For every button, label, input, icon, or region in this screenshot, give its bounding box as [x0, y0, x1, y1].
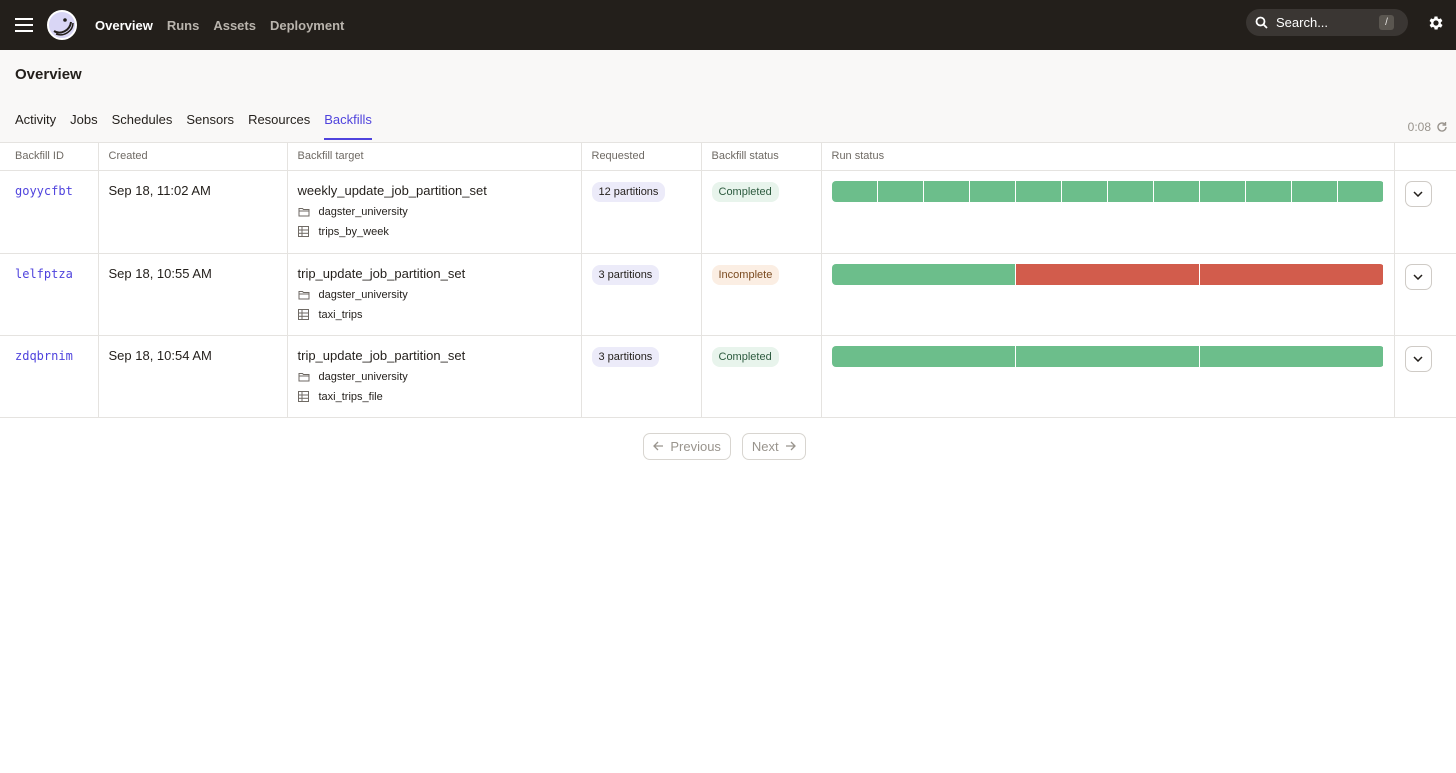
search-shortcut: / — [1379, 15, 1394, 30]
table-icon — [298, 391, 310, 403]
asset-link[interactable]: trips_by_week — [319, 226, 389, 238]
refresh-icon[interactable] — [1436, 121, 1448, 133]
run-segment-failure[interactable] — [1200, 263, 1384, 285]
code-location-link[interactable]: dagster_university — [319, 206, 408, 218]
header-created: Created — [98, 143, 288, 171]
folder-icon — [298, 289, 310, 301]
tab-bar: Activity Jobs Schedules Sensors Resource… — [15, 112, 372, 140]
chevron-down-icon — [1413, 190, 1423, 197]
run-status-bar[interactable] — [831, 263, 1384, 285]
status-badge: Completed — [711, 346, 779, 367]
backfill-target-link[interactable]: trip_update_job_partition_set — [298, 266, 466, 281]
search-icon — [1255, 16, 1268, 29]
table-header-row: Backfill ID Created Backfill target Requ… — [0, 143, 1456, 171]
page-header: Overview Activity Jobs Schedules Sensors… — [0, 50, 1456, 143]
search-input[interactable]: Search... / — [1246, 9, 1408, 36]
previous-button[interactable]: Previous — [643, 432, 731, 460]
created-time: Sep 18, 10:55 AM — [108, 265, 212, 281]
status-badge: Incomplete — [711, 264, 780, 285]
run-segment-success[interactable] — [1107, 180, 1155, 202]
run-segment-success[interactable] — [831, 345, 1016, 367]
nav-deployment[interactable]: Deployment — [270, 18, 344, 33]
status-badge: Completed — [711, 181, 779, 202]
nav-runs[interactable]: Runs — [167, 18, 200, 33]
created-time: Sep 18, 10:54 AM — [108, 347, 212, 363]
nav-assets[interactable]: Assets — [213, 18, 256, 33]
table-icon — [298, 309, 310, 321]
chevron-down-icon — [1413, 273, 1423, 280]
next-button[interactable]: Next — [741, 432, 806, 460]
backfill-target-link[interactable]: weekly_update_job_partition_set — [298, 183, 487, 198]
arrow-right-icon — [785, 441, 796, 451]
arrow-left-icon — [653, 441, 664, 451]
run-segment-success[interactable] — [1154, 180, 1201, 202]
run-segment-success[interactable] — [831, 180, 878, 202]
header-backfill-status: Backfill status — [701, 143, 822, 171]
menu-icon[interactable] — [0, 0, 48, 50]
asset-link[interactable]: taxi_trips_file — [319, 391, 383, 403]
run-segment-success[interactable] — [1015, 345, 1201, 367]
backfill-id-link[interactable]: lelfptza — [15, 267, 73, 281]
run-segment-success[interactable] — [1061, 180, 1108, 202]
next-label: Next — [751, 438, 779, 454]
table-row: lelfptza Sep 18, 10:55 AM trip_update_jo… — [0, 253, 1456, 336]
created-time: Sep 18, 11:02 AM — [108, 182, 211, 198]
search-placeholder: Search... — [1276, 15, 1329, 30]
partitions-badge[interactable]: 3 partitions — [591, 346, 660, 367]
run-segment-success[interactable] — [1338, 180, 1384, 202]
table-row: goyycfbt Sep 18, 11:02 AM weekly_update_… — [0, 170, 1456, 254]
nav-overview[interactable]: Overview — [95, 18, 153, 33]
table-icon — [298, 226, 310, 238]
partitions-badge[interactable]: 3 partitions — [591, 264, 660, 285]
folder-icon — [298, 206, 310, 218]
run-segment-success[interactable] — [1292, 180, 1339, 202]
tab-jobs[interactable]: Jobs — [70, 112, 97, 140]
table-row: zdqbrnim Sep 18, 10:54 AM trip_update_jo… — [0, 335, 1456, 418]
tab-schedules[interactable]: Schedules — [112, 112, 173, 140]
partitions-badge[interactable]: 12 partitions — [591, 181, 666, 202]
row-actions-button[interactable] — [1404, 263, 1432, 290]
backfills-table: Backfill ID Created Backfill target Requ… — [0, 143, 1456, 418]
run-segment-success[interactable] — [969, 180, 1016, 202]
refresh-timer: 0:08 — [1408, 120, 1448, 134]
chevron-down-icon — [1413, 355, 1423, 362]
asset-link[interactable]: taxi_trips — [319, 309, 363, 321]
refresh-countdown: 0:08 — [1407, 120, 1431, 134]
pagination: Previous Next — [0, 432, 1456, 460]
folder-icon — [298, 371, 310, 383]
run-segment-success[interactable] — [923, 180, 970, 202]
run-segment-success[interactable] — [877, 180, 924, 202]
header-run-status: Run status — [821, 143, 1395, 171]
tab-sensors[interactable]: Sensors — [186, 112, 234, 140]
backfill-target-link[interactable]: trip_update_job_partition_set — [298, 348, 466, 363]
tab-resources[interactable]: Resources — [248, 112, 310, 140]
run-segment-success[interactable] — [1246, 180, 1293, 202]
row-actions-button[interactable] — [1404, 345, 1432, 372]
header-requested: Requested — [581, 143, 702, 171]
previous-label: Previous — [670, 438, 721, 454]
header-actions — [1394, 143, 1456, 171]
run-status-bar[interactable] — [831, 345, 1384, 367]
run-segment-success[interactable] — [1200, 180, 1247, 202]
gear-icon[interactable] — [1427, 14, 1445, 32]
top-nav: Overview Runs Assets Deployment Search..… — [0, 0, 1456, 50]
run-segment-success[interactable] — [1200, 345, 1384, 367]
backfill-id-link[interactable]: goyycfbt — [15, 184, 73, 198]
row-actions-button[interactable] — [1404, 180, 1432, 207]
tab-activity[interactable]: Activity — [15, 112, 56, 140]
page-title: Overview — [15, 66, 82, 83]
code-location-link[interactable]: dagster_university — [319, 371, 408, 383]
code-location-link[interactable]: dagster_university — [319, 289, 408, 301]
run-status-bar[interactable] — [831, 180, 1384, 202]
tab-backfills[interactable]: Backfills — [324, 112, 372, 140]
dagster-logo-icon[interactable] — [45, 8, 79, 42]
run-segment-failure[interactable] — [1015, 263, 1201, 285]
header-backfill-id: Backfill ID — [0, 143, 99, 171]
header-backfill-target: Backfill target — [287, 143, 582, 171]
run-segment-success[interactable] — [831, 263, 1016, 285]
run-segment-success[interactable] — [1015, 180, 1062, 202]
backfill-id-link[interactable]: zdqbrnim — [15, 349, 73, 363]
